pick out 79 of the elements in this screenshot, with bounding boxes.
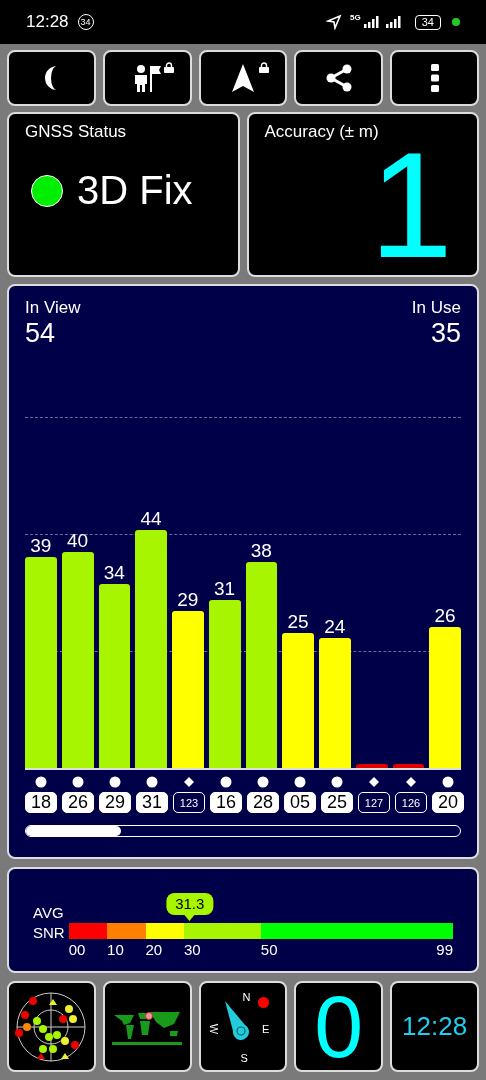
clock-tile[interactable]: 12:28 xyxy=(390,981,479,1072)
status-dot-icon xyxy=(258,997,270,1008)
circle-marker-icon xyxy=(220,776,232,788)
satellite-id: 123 xyxy=(173,792,205,813)
satellite-id: 126 xyxy=(395,792,427,813)
satellite-id: 31 xyxy=(136,792,168,813)
diamond-marker-icon xyxy=(183,776,195,788)
in-view-count: 54 xyxy=(25,318,57,349)
scale-tick-label: 10 xyxy=(107,941,124,958)
compass-east: E xyxy=(262,1023,270,1035)
navigation-arrow-icon xyxy=(231,63,255,93)
scale-tick-label: 30 xyxy=(183,941,201,958)
signal-icon xyxy=(363,16,381,28)
satellite-id: 18 xyxy=(25,792,57,813)
snr-value: 40 xyxy=(66,529,90,552)
in-use-label: In Use xyxy=(411,298,461,318)
circle-marker-icon xyxy=(109,776,121,788)
more-icon xyxy=(430,64,439,92)
toolbar-button[interactable] xyxy=(294,50,384,106)
compass-north: N xyxy=(242,991,251,1003)
compass-tile[interactable]: N E S W xyxy=(198,981,288,1072)
toolbar-button[interactable] xyxy=(102,50,192,106)
satellite-id: 16 xyxy=(210,792,242,813)
moon-icon xyxy=(44,65,58,91)
card-title: GNSS Status xyxy=(25,122,128,142)
snr-value: 44 xyxy=(139,507,163,530)
speed-tile[interactable]: 0 xyxy=(294,981,384,1072)
circle-marker-icon xyxy=(72,776,84,788)
card-title: Accuracy (± m) xyxy=(264,122,380,142)
snr-value: 26 xyxy=(433,605,457,628)
person-flag-icon xyxy=(132,63,163,93)
snr-value: 31 xyxy=(213,578,237,601)
snr-value: 39 xyxy=(29,535,53,557)
circle-marker-icon xyxy=(294,776,306,788)
compass-south: S xyxy=(240,1052,248,1064)
satellite-id: 127 xyxy=(358,792,390,813)
scale-tick-label: 50 xyxy=(260,941,278,958)
satellite-id: 29 xyxy=(99,792,131,813)
satellite-id: 28 xyxy=(247,792,279,813)
signal-icon xyxy=(385,16,403,28)
circle-marker-icon xyxy=(331,776,343,788)
status-time: 12:28 xyxy=(26,12,69,32)
toolbar-button[interactable] xyxy=(390,50,479,106)
satellite-id: 20 xyxy=(432,792,464,813)
in-use-count: 35 xyxy=(430,318,461,349)
lock-icon xyxy=(259,62,270,73)
sky-plot-tile[interactable] xyxy=(7,981,96,1072)
scale-tick-label: 00 xyxy=(68,941,86,958)
toolbar-button[interactable] xyxy=(7,50,96,106)
diamond-marker-icon xyxy=(368,776,380,788)
satellite-id: 25 xyxy=(321,792,353,813)
world-map-tile[interactable] xyxy=(102,981,192,1072)
accuracy-value: 1 xyxy=(369,142,453,268)
satellite-id: 26 xyxy=(62,792,94,813)
scale-tick-label: 20 xyxy=(145,941,163,958)
satellite-id: 05 xyxy=(284,792,316,813)
snr-value: 24 xyxy=(323,616,347,639)
snr-value: 38 xyxy=(249,540,273,563)
privacy-dot xyxy=(452,18,460,26)
circle-marker-icon xyxy=(442,776,454,788)
toolbar-button[interactable] xyxy=(198,50,288,106)
lock-icon xyxy=(163,62,174,73)
fix-status: 3D Fix xyxy=(77,168,193,213)
scale-tick-label: 99 xyxy=(436,941,453,958)
compass-west: W xyxy=(207,1023,220,1035)
snr-label: SNR xyxy=(33,923,65,943)
circle-marker-icon xyxy=(35,776,47,788)
snr-value: 29 xyxy=(176,589,200,612)
share-icon xyxy=(324,64,353,92)
circle-marker-icon xyxy=(146,776,158,788)
network-label: 5G xyxy=(350,13,361,22)
in-view-label: In View xyxy=(25,298,81,318)
battery-indicator: 34 xyxy=(414,14,441,30)
snr-value: 25 xyxy=(286,610,310,633)
diamond-marker-icon xyxy=(405,776,417,788)
avg-label: AVG xyxy=(33,903,65,923)
circle-marker-icon xyxy=(257,776,269,788)
snr-value: 34 xyxy=(102,562,126,585)
location-icon xyxy=(326,14,343,30)
